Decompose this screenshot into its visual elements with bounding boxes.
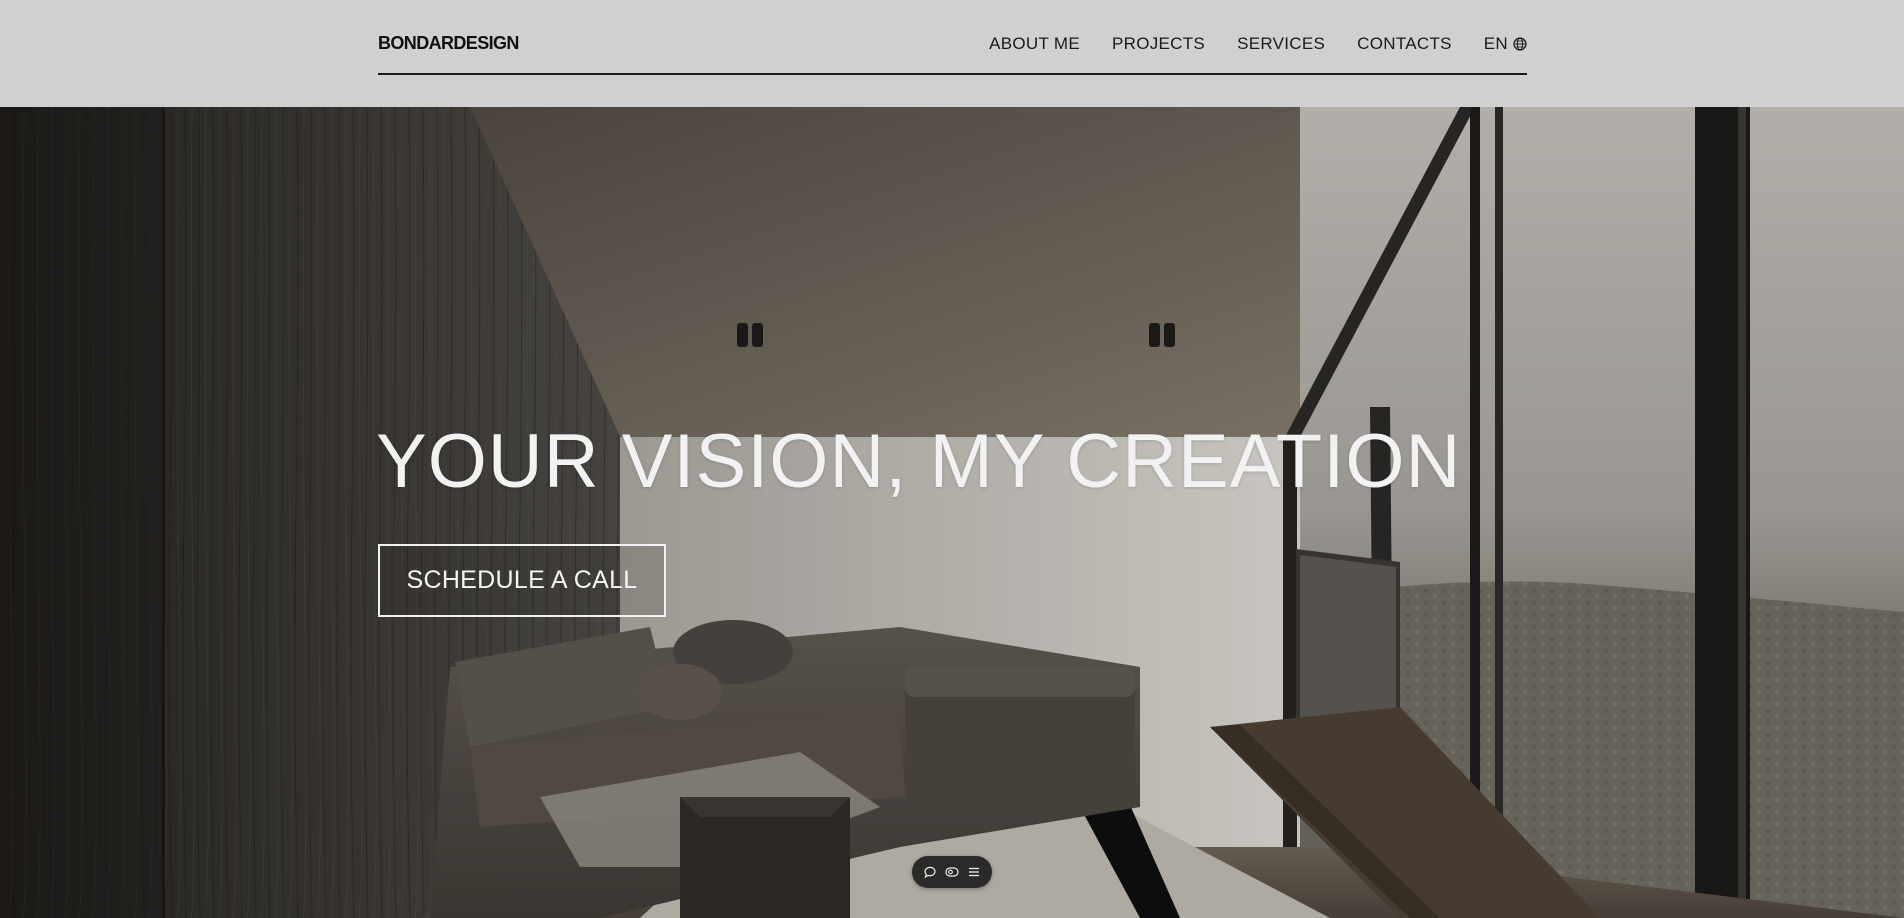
- language-label: EN: [1483, 34, 1508, 53]
- nav-item-contacts[interactable]: CONTACTS: [1357, 34, 1452, 54]
- eye-toggle-icon[interactable]: [943, 863, 961, 881]
- hero-section: YOUR VISION, MY CREATION SCHEDULE A CALL: [0, 107, 1904, 918]
- site-logo[interactable]: BONDARDESIGN: [378, 33, 519, 54]
- globe-icon: [1513, 37, 1527, 51]
- site-header: BONDARDESIGN ABOUT ME PROJECTS SERVICES …: [0, 0, 1904, 107]
- schedule-call-button[interactable]: SCHEDULE A CALL: [378, 544, 666, 617]
- nav-item-services[interactable]: SERVICES: [1237, 34, 1325, 54]
- nav-item-projects[interactable]: PROJECTS: [1112, 34, 1205, 54]
- nav-item-about-me[interactable]: ABOUT ME: [989, 34, 1080, 54]
- floating-toolbar: [912, 856, 992, 888]
- header-bar: BONDARDESIGN ABOUT ME PROJECTS SERVICES …: [378, 0, 1527, 75]
- main-nav: ABOUT ME PROJECTS SERVICES CONTACTS EN: [957, 34, 1527, 54]
- hero-background-image: [0, 107, 1904, 918]
- chat-bubble-icon[interactable]: [921, 863, 939, 881]
- language-switcher[interactable]: EN: [1484, 34, 1527, 54]
- menu-lines-icon[interactable]: [965, 863, 983, 881]
- hero-title: YOUR VISION, MY CREATION: [376, 419, 1462, 504]
